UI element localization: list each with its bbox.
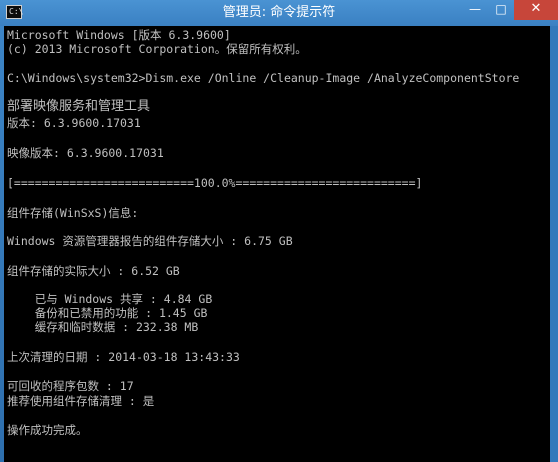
console-line-last-cleanup: 上次清理的日期 : 2014-03-18 13:43:33 <box>7 350 240 364</box>
console-line-tool-version: 版本: 6.3.9600.17031 <box>7 116 141 130</box>
console-line-command: C:\Windows\system32>Dism.exe /Online /Cl… <box>7 71 520 85</box>
console-line-image-version: 映像版本: 6.3.9600.17031 <box>7 146 164 160</box>
console-line-progress: [==========================100.0%=======… <box>7 176 423 190</box>
close-button[interactable]: ✕ <box>514 0 558 20</box>
minimize-button[interactable]: — <box>462 0 488 20</box>
console-line-tool-name: 部署映像服务和管理工具 <box>7 99 151 114</box>
console-line-shared: 已与 Windows 共享 : 4.84 GB <box>7 292 213 306</box>
console-line-copyright: (c) 2013 Microsoft Corporation。保留所有权利。 <box>7 42 307 56</box>
console-line-actual-size: 组件存储的实际大小 : 6.52 GB <box>7 264 180 278</box>
title-bar[interactable]: C:\ 管理员: 命令提示符 — □ ✕ <box>0 0 558 26</box>
console-line-store-info: 组件存储(WinSxS)信息: <box>7 206 139 220</box>
command-prompt-window: C:\ 管理员: 命令提示符 — □ ✕ Microsoft Windows [… <box>0 0 558 462</box>
console-line-backup: 备份和已禁用的功能 : 1.45 GB <box>7 306 208 320</box>
vertical-scrollbar[interactable] <box>550 26 558 462</box>
console-line-reclaimable: 可回收的程序包数 : 17 <box>7 379 134 393</box>
console-line-explorer-size: Windows 资源管理器报告的组件存储大小 : 6.75 GB <box>7 234 293 248</box>
console-line-version: Microsoft Windows [版本 6.3.9600] <box>7 28 231 42</box>
console-line-recommended: 推荐使用组件存储清理 : 是 <box>7 394 155 408</box>
console-line-cache: 缓存和临时数据 : 232.38 MB <box>7 320 199 334</box>
console-output[interactable]: Microsoft Windows [版本 6.3.9600] (c) 2013… <box>4 26 550 462</box>
console-line-success: 操作成功完成。 <box>7 423 88 437</box>
maximize-button[interactable]: □ <box>488 0 514 20</box>
